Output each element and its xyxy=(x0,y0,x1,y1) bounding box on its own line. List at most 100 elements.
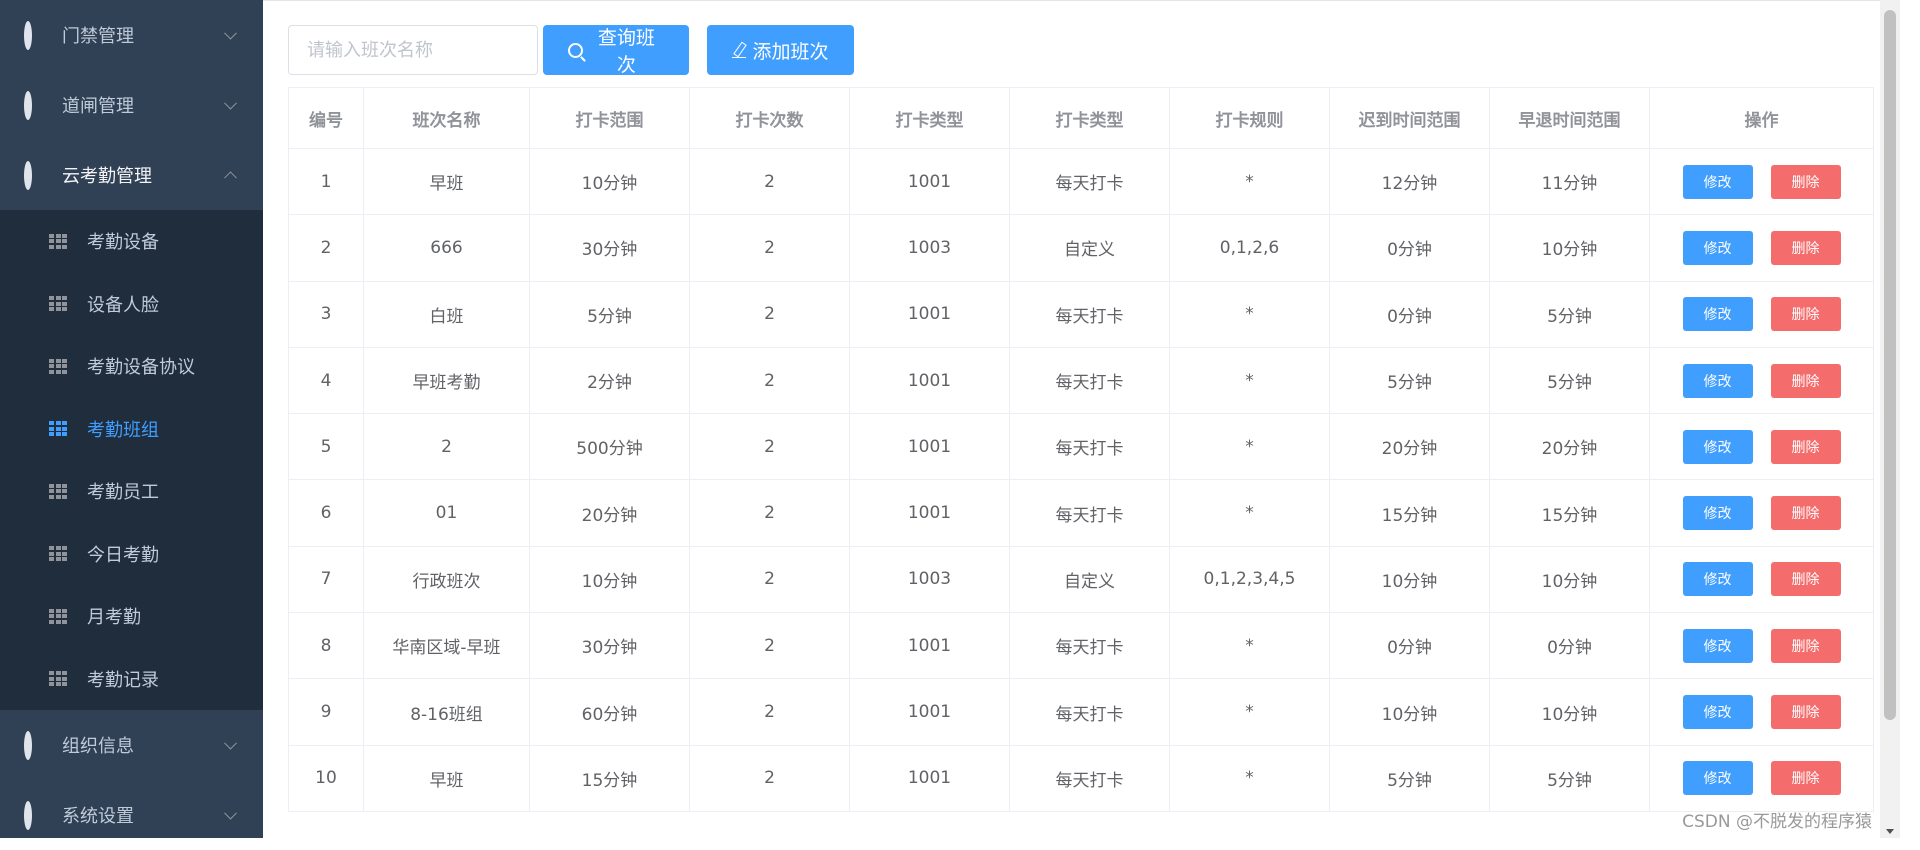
grid-icon xyxy=(49,233,67,249)
query-button-label: 查询班次 xyxy=(597,27,655,76)
submenu-attendance: 考勤设备 设备人脸 考勤设备协议 考勤班组 考勤员工今日考勤月考勤考勤记录 xyxy=(0,210,263,710)
table-cell: 15分钟 xyxy=(1489,479,1650,547)
edit-button[interactable]: 修改 xyxy=(1682,363,1753,398)
table-cell: 10分钟 xyxy=(1329,678,1490,746)
scroll-down-icon[interactable] xyxy=(1886,829,1894,834)
delete-button[interactable]: 删除 xyxy=(1770,164,1841,199)
table-cell: 3 xyxy=(288,280,364,348)
submenu-item[interactable]: 今日考勤 xyxy=(0,523,263,586)
table-cell: * xyxy=(1169,479,1330,547)
table-cell: 12分钟 xyxy=(1329,147,1490,216)
table-cell: 01 xyxy=(363,479,530,547)
edit-button[interactable]: 修改 xyxy=(1682,230,1753,265)
table-cell: 行政班次 xyxy=(363,545,530,614)
table-row: 4 早班考勤 2分钟 2 1001 每天打卡 * 5分钟 5分钟 修改 删除 xyxy=(288,346,1874,415)
scrollbar[interactable] xyxy=(1880,0,1900,838)
submenu-item[interactable]: 考勤记录 xyxy=(0,648,263,711)
menu-item[interactable]: 组织信息 xyxy=(0,710,263,780)
table-cell: 2分钟 xyxy=(529,346,690,415)
grid-icon xyxy=(49,546,67,562)
table-cell: 每天打卡 xyxy=(1009,147,1170,216)
table-cell: * xyxy=(1169,280,1330,348)
chevron-up-icon xyxy=(224,171,237,185)
submenu-item[interactable]: 考勤设备 xyxy=(0,210,263,273)
table-cell: 2 xyxy=(689,744,850,812)
search-input[interactable] xyxy=(288,25,538,75)
table-cell: 4 xyxy=(288,346,364,415)
submenu-item[interactable]: 设备人脸 xyxy=(0,273,263,336)
submenu-item-label: 今日考勤 xyxy=(87,544,159,566)
submenu-item-label: 考勤记录 xyxy=(87,669,159,691)
table-cell: 2 xyxy=(689,545,850,614)
operation-cell: 修改 删除 xyxy=(1649,545,1874,614)
table-cell: 2 xyxy=(689,147,850,216)
grid-icon xyxy=(49,671,67,687)
toolbar: 查询班次 添加班次 xyxy=(288,25,854,76)
table-cell: 0分钟 xyxy=(1329,280,1490,348)
delete-button[interactable]: 删除 xyxy=(1770,297,1841,332)
delete-button[interactable]: 删除 xyxy=(1770,562,1841,597)
edit-button[interactable]: 修改 xyxy=(1682,164,1753,199)
table-cell: 每天打卡 xyxy=(1009,678,1170,746)
operation-cell: 修改 删除 xyxy=(1649,612,1874,680)
operation-cell: 修改 删除 xyxy=(1649,147,1874,216)
table-cell: 10分钟 xyxy=(1489,678,1650,746)
edit-icon xyxy=(732,42,747,58)
table-cell: 2 xyxy=(689,413,850,481)
column-header: 打卡规则 xyxy=(1169,87,1330,149)
table-cell: 10分钟 xyxy=(529,147,690,216)
table-cell: 2 xyxy=(689,346,850,415)
table-cell: 1 xyxy=(288,147,364,216)
scrollbar-thumb[interactable] xyxy=(1884,10,1896,720)
menu-item[interactable]: 门禁管理 xyxy=(0,0,263,70)
table-cell: 666 xyxy=(363,214,530,282)
delete-button[interactable]: 删除 xyxy=(1770,230,1841,265)
menu-item[interactable]: 道闸管理 xyxy=(0,70,263,140)
table-row: 1 早班 10分钟 2 1001 每天打卡 * 12分钟 11分钟 修改 删除 xyxy=(288,147,1874,216)
query-button[interactable]: 查询班次 xyxy=(543,25,689,76)
table-cell: 20分钟 xyxy=(529,479,690,547)
edit-button[interactable]: 修改 xyxy=(1682,297,1753,332)
delete-button[interactable]: 删除 xyxy=(1770,496,1841,531)
edit-button[interactable]: 修改 xyxy=(1682,429,1753,464)
menu-item[interactable]: 云考勤管理 xyxy=(0,140,263,210)
table-cell: 8 xyxy=(288,612,364,680)
table-cell: 1001 xyxy=(849,280,1010,348)
edit-button[interactable]: 修改 xyxy=(1682,695,1753,730)
operation-cell: 修改 删除 xyxy=(1649,678,1874,746)
delete-button[interactable]: 删除 xyxy=(1770,429,1841,464)
delete-button[interactable]: 删除 xyxy=(1770,695,1841,730)
column-header: 打卡类型 xyxy=(849,87,1010,149)
chevron-down-icon xyxy=(224,736,237,750)
submenu-item[interactable]: 考勤设备协议 xyxy=(0,335,263,398)
table-cell: 10分钟 xyxy=(529,545,690,614)
delete-button[interactable]: 删除 xyxy=(1770,363,1841,398)
delete-button[interactable]: 删除 xyxy=(1770,761,1841,796)
edit-button[interactable]: 修改 xyxy=(1682,496,1753,531)
submenu-item[interactable]: 考勤员工 xyxy=(0,460,263,523)
table-cell: 6 xyxy=(288,479,364,547)
column-header: 打卡次数 xyxy=(689,87,850,149)
table-cell: 0分钟 xyxy=(1329,612,1490,680)
table-cell: 早班 xyxy=(363,147,530,216)
table-cell: * xyxy=(1169,346,1330,415)
add-button[interactable]: 添加班次 xyxy=(707,25,854,75)
edit-button[interactable]: 修改 xyxy=(1682,628,1753,663)
submenu-item[interactable]: 考勤班组 xyxy=(0,398,263,461)
operation-cell: 修改 删除 xyxy=(1649,413,1874,481)
column-header: 操作 xyxy=(1649,87,1874,149)
search-icon xyxy=(568,42,583,58)
chevron-down-icon xyxy=(224,806,237,820)
edit-button[interactable]: 修改 xyxy=(1682,761,1753,796)
main-content: 查询班次 添加班次 编号班次名称打卡范围打卡次数打卡类型打卡类型打卡规则迟到时间… xyxy=(263,0,1900,838)
delete-button[interactable]: 删除 xyxy=(1770,628,1841,663)
menu-item[interactable]: 系统设置 xyxy=(0,780,263,850)
table-row: 9 8-16班组 60分钟 2 1001 每天打卡 * 10分钟 10分钟 修改 删除 xyxy=(288,678,1874,746)
table-cell: 1001 xyxy=(849,479,1010,547)
table-cell: 15分钟 xyxy=(1329,479,1490,547)
table-cell: 0分钟 xyxy=(1489,612,1650,680)
submenu-item[interactable]: 月考勤 xyxy=(0,585,263,648)
edit-button[interactable]: 修改 xyxy=(1682,562,1753,597)
operation-cell: 修改 删除 xyxy=(1649,280,1874,348)
table-cell: 1001 xyxy=(849,413,1010,481)
